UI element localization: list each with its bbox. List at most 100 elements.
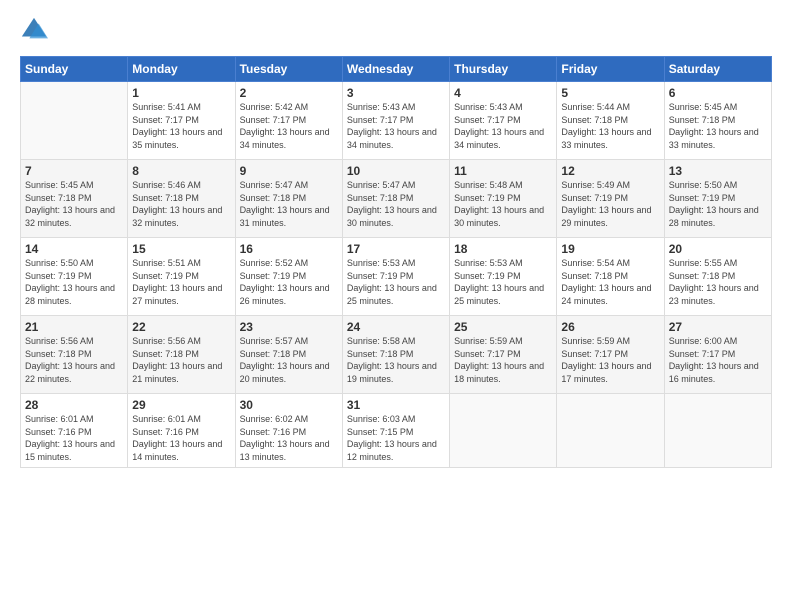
day-number: 1: [132, 86, 230, 100]
day-info: Sunrise: 5:59 AMSunset: 7:17 PMDaylight:…: [561, 336, 651, 384]
calendar-day-cell: [557, 394, 664, 468]
calendar-table: SundayMondayTuesdayWednesdayThursdayFrid…: [20, 56, 772, 468]
day-info: Sunrise: 5:44 AMSunset: 7:18 PMDaylight:…: [561, 102, 651, 150]
day-info: Sunrise: 6:03 AMSunset: 7:15 PMDaylight:…: [347, 414, 437, 462]
day-info: Sunrise: 6:00 AMSunset: 7:17 PMDaylight:…: [669, 336, 759, 384]
day-number: 19: [561, 242, 659, 256]
day-number: 25: [454, 320, 552, 334]
day-number: 6: [669, 86, 767, 100]
day-info: Sunrise: 5:55 AMSunset: 7:18 PMDaylight:…: [669, 258, 759, 306]
calendar-day-cell: 26 Sunrise: 5:59 AMSunset: 7:17 PMDayligh…: [557, 316, 664, 394]
calendar-day-cell: 15Sunrise: 5:51 AMSunset: 7:19 PMDayligh…: [128, 238, 235, 316]
calendar-day-cell: 20 Sunrise: 5:55 AMSunset: 7:18 PMDayligh…: [664, 238, 771, 316]
day-info: Sunrise: 5:49 AMSunset: 7:19 PMDaylight:…: [561, 180, 651, 228]
calendar-day-cell: 3 Sunrise: 5:43 AMSunset: 7:17 PMDaylight…: [342, 82, 449, 160]
day-number: 2: [240, 86, 338, 100]
day-number: 10: [347, 164, 445, 178]
day-number: 7: [25, 164, 123, 178]
day-info: Sunrise: 5:50 AMSunset: 7:19 PMDaylight:…: [25, 258, 115, 306]
calendar-day-cell: 25 Sunrise: 5:59 AMSunset: 7:17 PMDayligh…: [450, 316, 557, 394]
calendar-day-cell: 2 Sunrise: 5:42 AMSunset: 7:17 PMDaylight…: [235, 82, 342, 160]
day-number: 22: [132, 320, 230, 334]
weekday-header: Friday: [557, 57, 664, 82]
calendar-day-cell: 4Sunrise: 5:43 AMSunset: 7:17 PMDaylight…: [450, 82, 557, 160]
calendar-day-cell: 19 Sunrise: 5:54 AMSunset: 7:18 PMDayligh…: [557, 238, 664, 316]
day-info: Sunrise: 5:59 AMSunset: 7:17 PMDaylight:…: [454, 336, 544, 384]
calendar-week-row: 21 Sunrise: 5:56 AMSunset: 7:18 PMDayligh…: [21, 316, 772, 394]
day-number: 31: [347, 398, 445, 412]
calendar-day-cell: 22 Sunrise: 5:56 AMSunset: 7:18 PMDayligh…: [128, 316, 235, 394]
day-number: 29: [132, 398, 230, 412]
calendar-day-cell: 14 Sunrise: 5:50 AMSunset: 7:19 PMDayligh…: [21, 238, 128, 316]
day-number: 20: [669, 242, 767, 256]
logo: [20, 16, 52, 44]
weekday-header: Saturday: [664, 57, 771, 82]
calendar-day-cell: 1 Sunrise: 5:41 AMSunset: 7:17 PMDaylight…: [128, 82, 235, 160]
day-info: Sunrise: 5:51 AMSunset: 7:19 PMDaylight:…: [132, 258, 222, 306]
calendar-day-cell: 8 Sunrise: 5:46 AMSunset: 7:18 PMDaylight…: [128, 160, 235, 238]
day-info: Sunrise: 5:41 AMSunset: 7:17 PMDaylight:…: [132, 102, 222, 150]
day-number: 27: [669, 320, 767, 334]
weekday-header: Wednesday: [342, 57, 449, 82]
day-number: 26: [561, 320, 659, 334]
weekday-header: Sunday: [21, 57, 128, 82]
calendar-day-cell: 10Sunrise: 5:47 AMSunset: 7:18 PMDayligh…: [342, 160, 449, 238]
calendar-day-cell: [21, 82, 128, 160]
day-info: Sunrise: 5:43 AMSunset: 7:17 PMDaylight:…: [454, 102, 544, 150]
day-number: 28: [25, 398, 123, 412]
calendar-day-cell: 16 Sunrise: 5:52 AMSunset: 7:19 PMDayligh…: [235, 238, 342, 316]
calendar-day-cell: 7Sunrise: 5:45 AMSunset: 7:18 PMDaylight…: [21, 160, 128, 238]
day-info: Sunrise: 5:54 AMSunset: 7:18 PMDaylight:…: [561, 258, 651, 306]
calendar-day-cell: 13 Sunrise: 5:50 AMSunset: 7:19 PMDayligh…: [664, 160, 771, 238]
day-info: Sunrise: 5:47 AMSunset: 7:18 PMDaylight:…: [240, 180, 330, 228]
header: [20, 16, 772, 44]
calendar-day-cell: 5 Sunrise: 5:44 AMSunset: 7:18 PMDaylight…: [557, 82, 664, 160]
day-number: 18: [454, 242, 552, 256]
day-info: Sunrise: 6:02 AMSunset: 7:16 PMDaylight:…: [240, 414, 330, 462]
calendar-day-cell: 23Sunrise: 5:57 AMSunset: 7:18 PMDayligh…: [235, 316, 342, 394]
calendar-day-cell: 31 Sunrise: 6:03 AMSunset: 7:15 PMDayligh…: [342, 394, 449, 468]
day-info: Sunrise: 5:52 AMSunset: 7:19 PMDaylight:…: [240, 258, 330, 306]
day-info: Sunrise: 5:42 AMSunset: 7:17 PMDaylight:…: [240, 102, 330, 150]
day-info: Sunrise: 5:48 AMSunset: 7:19 PMDaylight:…: [454, 180, 544, 228]
calendar-day-cell: 6 Sunrise: 5:45 AMSunset: 7:18 PMDaylight…: [664, 82, 771, 160]
weekday-header: Monday: [128, 57, 235, 82]
day-number: 24: [347, 320, 445, 334]
day-number: 17: [347, 242, 445, 256]
calendar-day-cell: 28 Sunrise: 6:01 AMSunset: 7:16 PMDayligh…: [21, 394, 128, 468]
day-info: Sunrise: 6:01 AMSunset: 7:16 PMDaylight:…: [25, 414, 115, 462]
calendar-day-cell: 9 Sunrise: 5:47 AMSunset: 7:18 PMDaylight…: [235, 160, 342, 238]
day-number: 14: [25, 242, 123, 256]
calendar-day-cell: [450, 394, 557, 468]
calendar-day-cell: 11Sunrise: 5:48 AMSunset: 7:19 PMDayligh…: [450, 160, 557, 238]
day-info: Sunrise: 5:56 AMSunset: 7:18 PMDaylight:…: [132, 336, 222, 384]
calendar-week-row: 7Sunrise: 5:45 AMSunset: 7:18 PMDaylight…: [21, 160, 772, 238]
day-info: Sunrise: 5:46 AMSunset: 7:18 PMDaylight:…: [132, 180, 222, 228]
day-info: Sunrise: 6:01 AMSunset: 7:16 PMDaylight:…: [132, 414, 222, 462]
day-info: Sunrise: 5:43 AMSunset: 7:17 PMDaylight:…: [347, 102, 437, 150]
day-number: 21: [25, 320, 123, 334]
day-info: Sunrise: 5:58 AMSunset: 7:18 PMDaylight:…: [347, 336, 437, 384]
weekday-header: Thursday: [450, 57, 557, 82]
calendar-day-cell: 12 Sunrise: 5:49 AMSunset: 7:19 PMDayligh…: [557, 160, 664, 238]
day-info: Sunrise: 5:53 AMSunset: 7:19 PMDaylight:…: [454, 258, 544, 306]
day-number: 3: [347, 86, 445, 100]
calendar-day-cell: 27 Sunrise: 6:00 AMSunset: 7:17 PMDayligh…: [664, 316, 771, 394]
day-number: 9: [240, 164, 338, 178]
day-number: 16: [240, 242, 338, 256]
day-number: 13: [669, 164, 767, 178]
calendar-day-cell: 30Sunrise: 6:02 AMSunset: 7:16 PMDayligh…: [235, 394, 342, 468]
calendar-day-cell: 21Sunrise: 5:56 AMSunset: 7:18 PMDayligh…: [21, 316, 128, 394]
calendar-day-cell: 24 Sunrise: 5:58 AMSunset: 7:18 PMDayligh…: [342, 316, 449, 394]
day-number: 5: [561, 86, 659, 100]
day-number: 8: [132, 164, 230, 178]
calendar-day-cell: 29 Sunrise: 6:01 AMSunset: 7:16 PMDayligh…: [128, 394, 235, 468]
day-info: Sunrise: 5:53 AMSunset: 7:19 PMDaylight:…: [347, 258, 437, 306]
calendar-day-cell: 18 Sunrise: 5:53 AMSunset: 7:19 PMDayligh…: [450, 238, 557, 316]
calendar-day-cell: 17 Sunrise: 5:53 AMSunset: 7:19 PMDayligh…: [342, 238, 449, 316]
calendar-week-row: 14 Sunrise: 5:50 AMSunset: 7:19 PMDayligh…: [21, 238, 772, 316]
day-info: Sunrise: 5:50 AMSunset: 7:19 PMDaylight:…: [669, 180, 759, 228]
day-info: Sunrise: 5:45 AMSunset: 7:18 PMDaylight:…: [669, 102, 759, 150]
page-container: SundayMondayTuesdayWednesdayThursdayFrid…: [0, 0, 792, 478]
day-number: 12: [561, 164, 659, 178]
